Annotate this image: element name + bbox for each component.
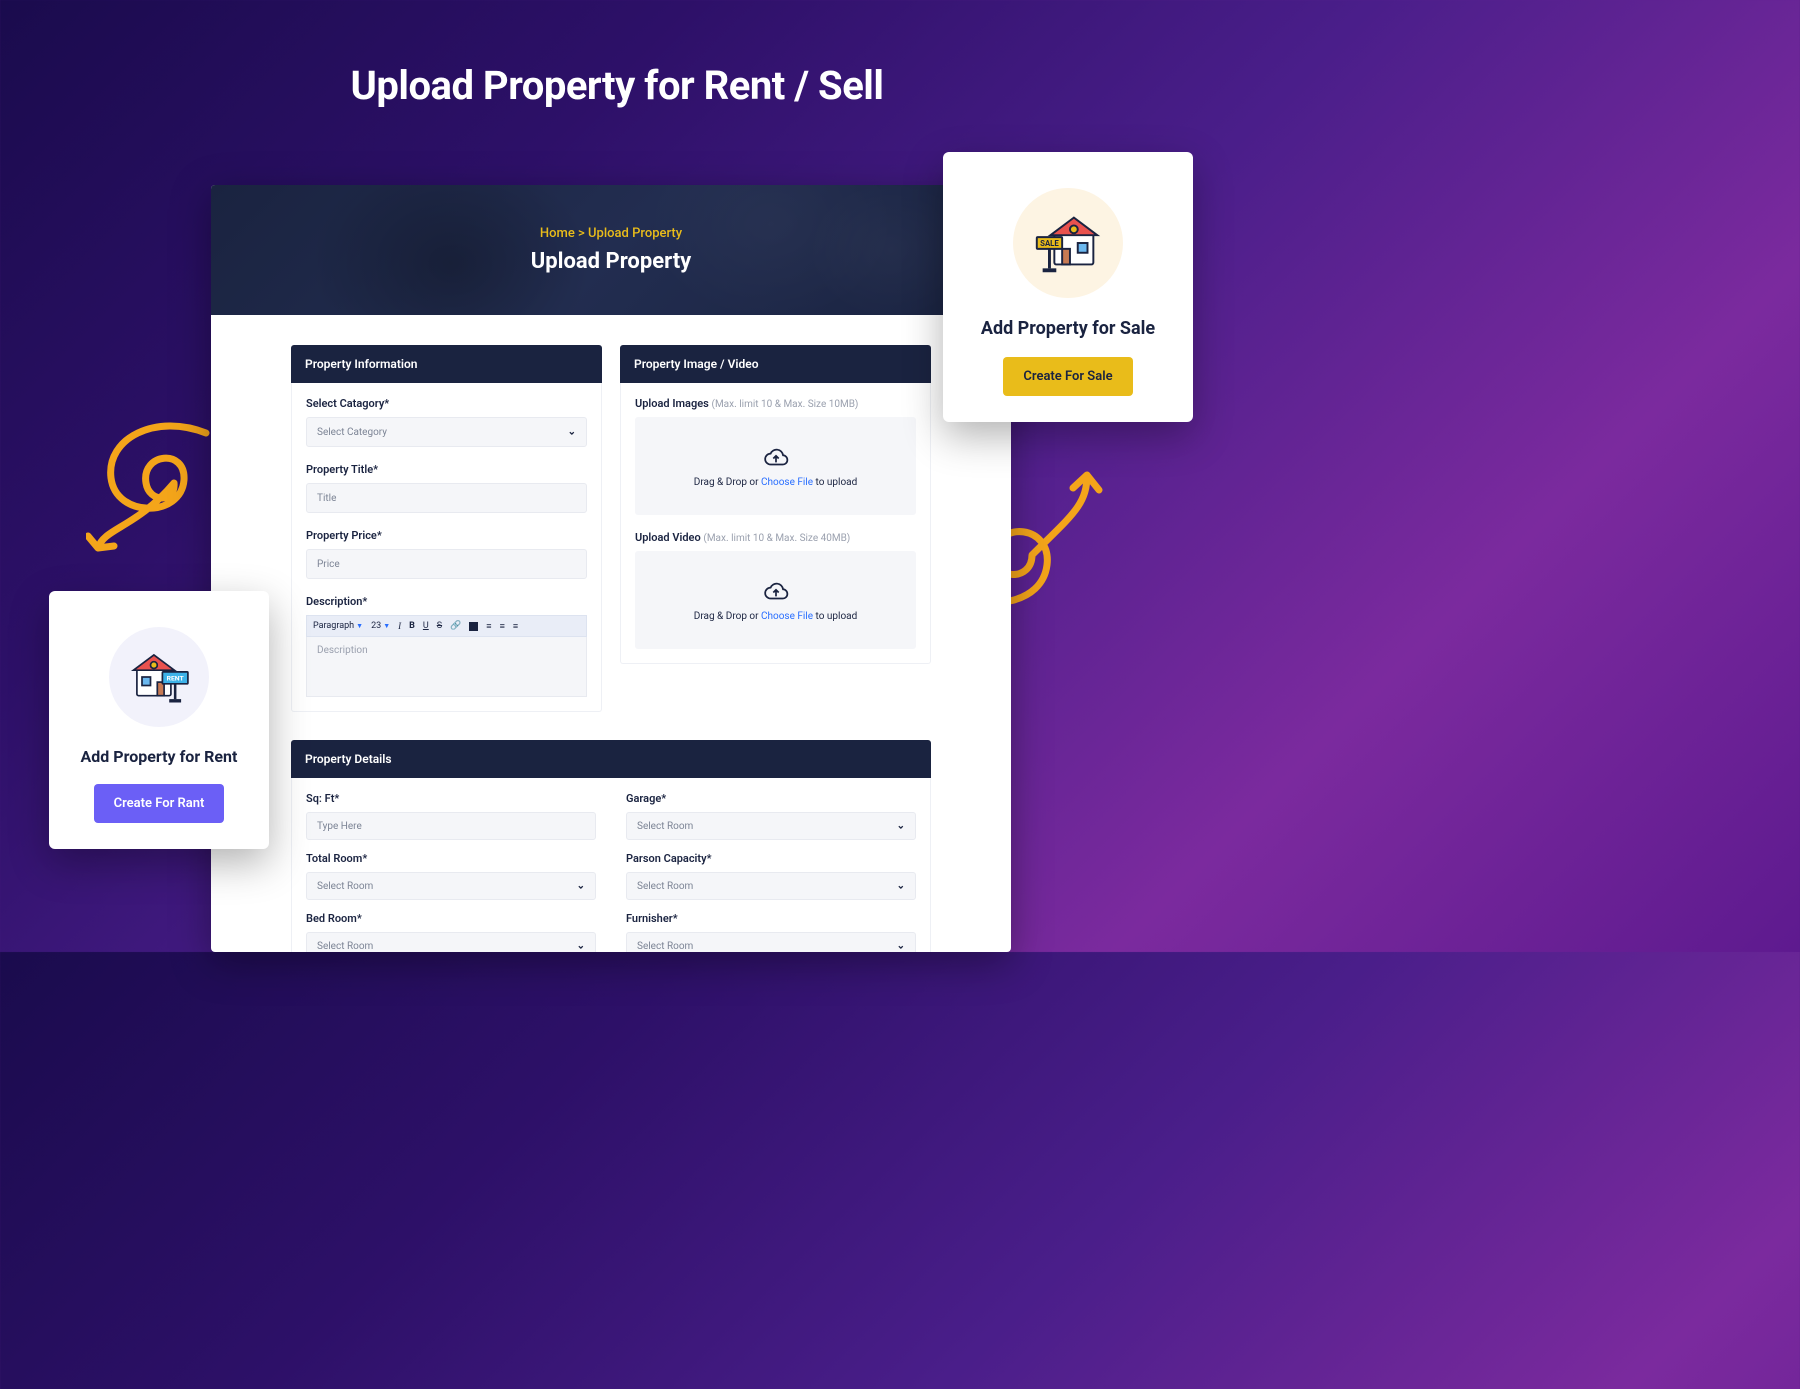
price-placeholder: Price [317, 559, 340, 570]
sqft-input[interactable]: Type Here [306, 812, 596, 840]
panel-property-information: Property Information Select Catagory* Se… [291, 345, 602, 712]
video-dropzone[interactable]: Drag & Drop or Choose File to upload [635, 551, 916, 649]
chevron-down-icon: ⌄ [897, 941, 905, 952]
editor-strike-icon[interactable]: S [437, 621, 442, 631]
rent-icon-wrap: RENT [109, 627, 209, 727]
total-room-label: Total Room* [306, 852, 596, 865]
upload-images-label: Upload Images (Max. limit 10 & Max. Size… [635, 397, 916, 410]
card-add-property-rent: RENT Add Property for Rent Create For Ra… [49, 591, 269, 849]
panel-head-details: Property Details [291, 740, 931, 778]
editor-toolbar[interactable]: Paragraph ▼ 23 ▼ I B S 🔗 ≡ ≡ ≡ [306, 615, 587, 637]
create-for-rent-button[interactable]: Create For Rant [94, 784, 225, 823]
create-for-sale-button[interactable]: Create For Sale [1003, 357, 1132, 396]
editor-color-icon[interactable] [469, 622, 478, 631]
cloud-upload-icon [763, 445, 789, 471]
panel-property-details: Property Details Sq: Ft* Type Here Total… [291, 740, 931, 952]
bed-room-label: Bed Room* [306, 912, 596, 925]
house-sale-icon: SALE [1029, 204, 1107, 282]
garage-select[interactable]: Select Room⌄ [626, 812, 916, 840]
description-editor[interactable]: Description [306, 637, 587, 697]
svg-text:SALE: SALE [1040, 239, 1059, 248]
category-select-value: Select Category [317, 427, 387, 438]
sqft-label: Sq: Ft* [306, 792, 596, 805]
app-window: Home > Upload Property Upload Property P… [211, 185, 1011, 952]
sale-icon-wrap: SALE [1013, 188, 1123, 298]
hero-title: Upload Property [531, 249, 691, 274]
price-label: Property Price* [306, 529, 587, 542]
upload-video-label: Upload Video (Max. limit 10 & Max. Size … [635, 531, 916, 544]
svg-text:RENT: RENT [167, 674, 185, 682]
cloud-upload-icon [763, 579, 789, 605]
description-placeholder: Description [317, 645, 368, 656]
choose-file-link[interactable]: Choose File [761, 477, 813, 488]
choose-file-link[interactable]: Choose File [761, 611, 813, 622]
chevron-down-icon: ⌄ [568, 427, 576, 438]
title-input[interactable]: Title [306, 483, 587, 513]
capacity-select[interactable]: Select Room⌄ [626, 872, 916, 900]
category-label: Select Catagory* [306, 397, 587, 410]
panel-head-media: Property Image / Video [620, 345, 931, 383]
card-add-property-sale: SALE Add Property for Sale Create For Sa… [943, 152, 1193, 422]
editor-link-icon[interactable]: 🔗 [450, 621, 461, 631]
furnisher-select[interactable]: Select Room⌄ [626, 932, 916, 952]
description-label: Description* [306, 595, 587, 608]
title-label: Property Title* [306, 463, 587, 476]
panel-property-media: Property Image / Video Upload Images (Ma… [620, 345, 931, 712]
chevron-down-icon: ⌄ [897, 881, 905, 892]
total-room-select[interactable]: Select Room⌄ [306, 872, 596, 900]
card-sale-title: Add Property for Sale [981, 318, 1155, 339]
panel-head-info: Property Information [291, 345, 602, 383]
garage-label: Garage* [626, 792, 916, 805]
breadcrumb[interactable]: Home > Upload Property [540, 226, 682, 241]
category-select[interactable]: Select Category ⌄ [306, 417, 587, 447]
hero: Home > Upload Property Upload Property [211, 185, 1011, 315]
images-dropzone[interactable]: Drag & Drop or Choose File to upload [635, 417, 916, 515]
chevron-down-icon: ⌄ [897, 821, 905, 832]
bed-room-select[interactable]: Select Room⌄ [306, 932, 596, 952]
page-title: Upload Property for Rent / Sell [351, 62, 884, 109]
editor-italic-icon[interactable]: I [398, 621, 401, 631]
chevron-down-icon: ⌄ [577, 881, 585, 892]
price-input[interactable]: Price [306, 549, 587, 579]
capacity-label: Parson Capacity* [626, 852, 916, 865]
editor-align-center-icon[interactable]: ≡ [500, 621, 505, 632]
furnisher-label: Furnisher* [626, 912, 916, 925]
house-rent-icon: RENT [125, 643, 193, 711]
editor-align-right-icon[interactable]: ≡ [513, 621, 518, 632]
editor-align-left-icon[interactable]: ≡ [486, 621, 491, 632]
editor-underline-icon[interactable] [423, 621, 429, 631]
card-rent-title: Add Property for Rent [81, 747, 238, 766]
chevron-down-icon: ⌄ [577, 941, 585, 952]
editor-paragraph-select[interactable]: Paragraph ▼ [313, 621, 363, 631]
editor-fontsize-select[interactable]: 23 ▼ [371, 621, 390, 631]
title-placeholder: Title [317, 493, 336, 504]
editor-bold-icon[interactable]: B [409, 621, 415, 631]
